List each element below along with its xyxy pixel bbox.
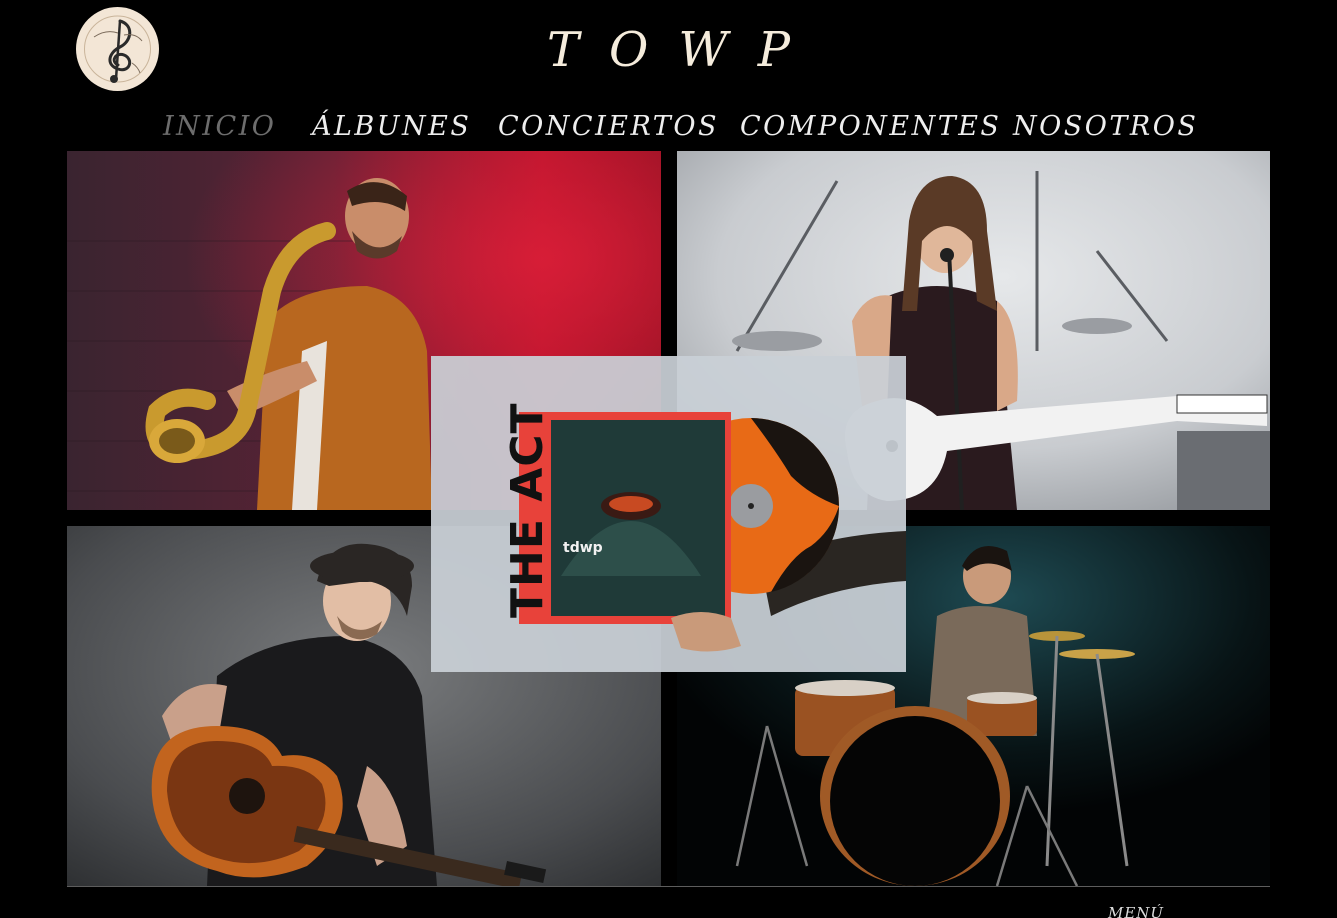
page: TOWP INICIO ÁLBUNES CONCIERTOS COMPONENT… <box>0 0 1337 918</box>
nav-item-albunes[interactable]: ÁLBUNES <box>312 111 498 142</box>
album-cover-band: tdwp <box>563 540 603 556</box>
main-nav: INICIO ÁLBUNES CONCIERTOS COMPONENTES NO… <box>163 108 1196 144</box>
nav-item-componentes[interactable]: COMPONENTES <box>740 111 1013 142</box>
footer-divider <box>67 886 1270 887</box>
site-title: TOWP <box>547 22 820 78</box>
footer-menu-link[interactable]: MENÚ <box>1108 904 1164 918</box>
nav-item-inicio[interactable]: INICIO <box>163 111 312 142</box>
nav-item-conciertos[interactable]: CONCIERTOS <box>498 111 740 142</box>
album-vinyl-photo[interactable]: THE ACT tdwp <box>431 356 906 672</box>
nav-item-nosotros[interactable]: NOSOTROS <box>1013 111 1196 142</box>
album-cover-title: THE ACT <box>502 402 553 618</box>
